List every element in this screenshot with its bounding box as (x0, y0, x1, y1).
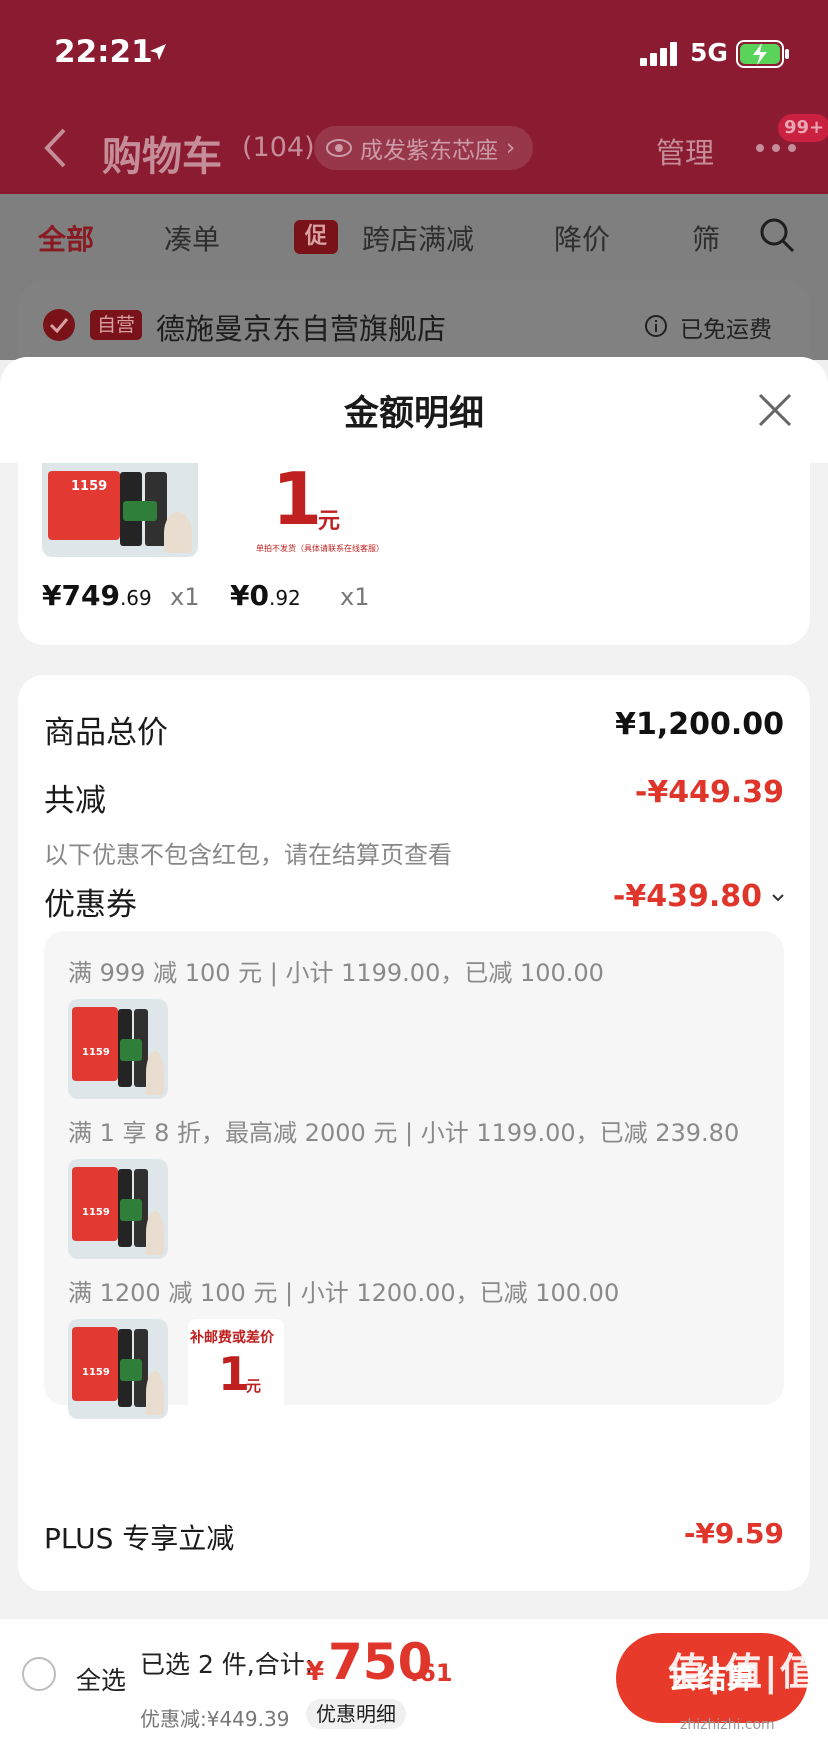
message-badge: 99+ (778, 114, 828, 142)
store-name[interactable]: 德施曼京东自营旗舰店 (156, 306, 446, 348)
coupon-rule: 满 999 减 100 元 | 小计 1199.00，已减 100.00 (68, 959, 604, 987)
cart-list-bg: 自营 德施曼京东自营旗舰店 已免运费 (0, 280, 828, 360)
tab-bundle[interactable]: 凑单 (164, 218, 220, 258)
total-decimal: .61 (410, 1659, 453, 1687)
shipping-status: 已免运费 (680, 317, 772, 343)
status-bar: 22:21 5G (0, 0, 828, 100)
filter-tabs: 全部 凑单 促 跨店满减 降价 筛 (0, 194, 828, 280)
thumbnail-price: 1159 (80, 1047, 112, 1058)
coupon-rule: 满 1 享 8 折，最高减 2000 元 | 小计 1199.00，已减 239… (68, 1119, 740, 1147)
manage-button[interactable]: 管理 (656, 130, 714, 172)
selected-goods-card: 1159 1 元 单拍不发货（具体请联系在线客服） ¥749.69 x1 ¥0.… (18, 457, 810, 645)
total-price-value: ¥1,200.00 (615, 707, 784, 742)
sheet-header: 金额明细 (0, 357, 828, 463)
postage-unit: 元 (318, 509, 341, 534)
total-reduce-label: 共减 (44, 783, 106, 819)
thumbnail-price: 1159 (68, 479, 111, 494)
postage-head: 补邮费或差价 (190, 1330, 274, 1346)
product-thumbnail[interactable]: 1159 (68, 1319, 168, 1419)
amount-breakdown-card: 商品总价 ¥1,200.00 共减 -¥449.39 以下优惠不包含红包，请在结… (18, 675, 810, 1591)
checkout-bar: 全选 已选 2 件,合计: ¥ 750 .61 优惠减:¥449.39 优惠明细… (0, 1619, 828, 1744)
info-icon[interactable] (644, 314, 668, 338)
more-dots-icon[interactable] (754, 142, 798, 154)
tab-cross-store[interactable]: 跨店满减 (362, 218, 474, 258)
cart-count: (104) (242, 132, 315, 163)
coupon-toggle[interactable]: -¥439.80 (613, 879, 784, 914)
coupon-detail-box: 满 999 减 100 元 | 小计 1199.00，已减 100.00 115… (44, 931, 784, 1419)
address-selector[interactable]: 成发紫东芯座 › (314, 126, 534, 170)
coupon-value: -¥439.80 (612, 879, 762, 914)
location-arrow-icon (150, 44, 166, 60)
network-label: 5G (690, 38, 728, 67)
plus-discount-value: -¥9.59 (683, 1517, 784, 1550)
site-watermark: 值|值|值 (668, 1650, 820, 1694)
search-icon[interactable] (758, 216, 796, 254)
chevron-right-icon: › (506, 135, 516, 161)
product-thumbnail[interactable]: 1159 (42, 463, 198, 557)
amount-detail-sheet: 金额明细 1159 1 元 单拍不发货（具体请联系在线客服） ¥749.69 x… (0, 357, 828, 1619)
thumbnail-price: 1159 (80, 1207, 112, 1218)
store-card: 自营 德施曼京东自营旗舰店 已免运费 (18, 280, 810, 360)
promo-badge: 促 (294, 220, 338, 254)
check-circle-icon[interactable] (42, 308, 76, 342)
page-title: 购物车 (102, 134, 222, 180)
red-packet-hint: 以下优惠不包含红包，请在结算页查看 (44, 841, 452, 869)
close-icon[interactable] (756, 391, 794, 429)
item-quantity: x1 (170, 583, 200, 611)
item-price: ¥0.92 (230, 579, 301, 612)
select-all-radio[interactable] (22, 1657, 56, 1691)
tab-filter[interactable]: 筛 (692, 218, 720, 258)
status-time: 22:21 (54, 34, 153, 70)
watermark-url: zhizhizhi.com (680, 1717, 775, 1733)
coupon-label: 优惠券 (44, 887, 137, 923)
total-reduce-value: -¥449.39 (634, 775, 784, 810)
location-eye-icon (326, 139, 352, 157)
battery-charging-icon (736, 40, 789, 68)
total-currency: ¥ (306, 1657, 325, 1687)
postage-item-thumbnail[interactable]: 补邮费或差价 1 元 (188, 1319, 284, 1419)
tab-all[interactable]: 全部 (38, 218, 94, 258)
postage-amount: 1 (272, 457, 323, 541)
plus-discount-label: PLUS 专享立减 (44, 1522, 235, 1555)
postage-note: 单拍不发货（具体请联系在线客服） (256, 544, 384, 553)
sheet-title: 金额明细 (343, 394, 484, 434)
product-thumbnail[interactable]: 1159 (68, 1159, 168, 1259)
postage-unit: 元 (246, 1377, 262, 1395)
discount-detail-button[interactable]: 优惠明细 (306, 1699, 406, 1729)
item-quantity: x1 (340, 583, 370, 611)
postage-item-thumbnail[interactable]: 1 元 单拍不发货（具体请联系在线客服） (228, 457, 408, 557)
discount-summary: 优惠减:¥449.39 (140, 1707, 290, 1731)
total-price-label: 商品总价 (44, 715, 168, 751)
item-price: ¥749.69 (42, 579, 152, 612)
product-thumbnail[interactable]: 1159 (68, 999, 168, 1099)
chevron-down-icon (772, 893, 784, 901)
cart-header-bg: 22:21 5G 购物车 (104) 成发紫东芯座 › 管理 99+ (0, 0, 828, 194)
thumbnail-price: 1159 (80, 1367, 112, 1378)
coupon-rule: 满 1200 减 100 元 | 小计 1200.00，已减 100.00 (68, 1279, 620, 1307)
address-label: 成发紫东芯座 (360, 138, 498, 164)
selected-summary: 已选 2 件,合计: (140, 1650, 314, 1679)
tab-price-drop[interactable]: 降价 (554, 218, 610, 258)
self-operated-badge: 自营 (90, 310, 142, 340)
cart-navbar: 购物车 (104) 成发紫东芯座 › 管理 99+ (0, 114, 828, 180)
select-all-label[interactable]: 全选 (76, 1661, 126, 1697)
back-arrow-icon[interactable] (42, 126, 68, 170)
cellular-signal-icon (640, 42, 677, 66)
